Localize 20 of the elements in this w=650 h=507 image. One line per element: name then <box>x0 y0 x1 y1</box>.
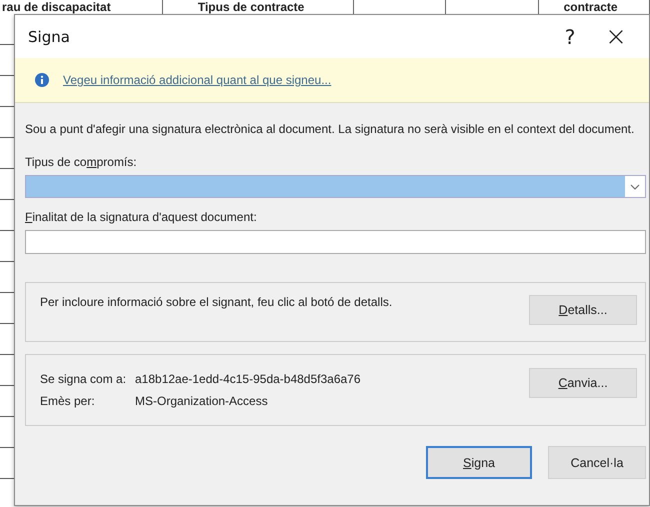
dialog-button[interactable]: Signa <box>426 446 532 479</box>
field-label: Finalitat de la signatura d'aquest document: <box>25 209 258 226</box>
commitment-dropdown[interactable] <box>25 175 646 198</box>
help-button[interactable]: ? <box>547 24 593 48</box>
field-label: Tipus de compromís: <box>25 154 138 171</box>
change-button[interactable]: Canvia... <box>529 368 637 398</box>
signer-value: MS-Organization-Access <box>135 394 268 408</box>
dialog-button[interactable]: Cancel·la <box>548 446 646 479</box>
purpose-input[interactable] <box>25 230 646 254</box>
window-title: Signa <box>28 28 71 46</box>
details-text: Per incloure informació sobre el signant, feu clic al botó de detalls. <box>40 295 394 309</box>
info-icon <box>35 73 49 87</box>
signer-label: Se signa com a: <box>40 372 128 386</box>
intro-text: Sou a punt d'afegir una signatura electrònica al document. La signatura no serà visible en el context del document. <box>25 121 636 138</box>
close-button[interactable]: × <box>593 22 639 52</box>
details-button[interactable]: Detalls... <box>529 295 637 325</box>
signer-label: Emès per: <box>40 394 96 408</box>
signer-value: a18b12ae-1edd-4c15-95da-b48d5f3a6a76 <box>135 372 361 386</box>
chevron-down-icon <box>630 184 640 190</box>
info-link[interactable]: Vegeu informació addicional quant al que signeu... <box>63 73 332 87</box>
